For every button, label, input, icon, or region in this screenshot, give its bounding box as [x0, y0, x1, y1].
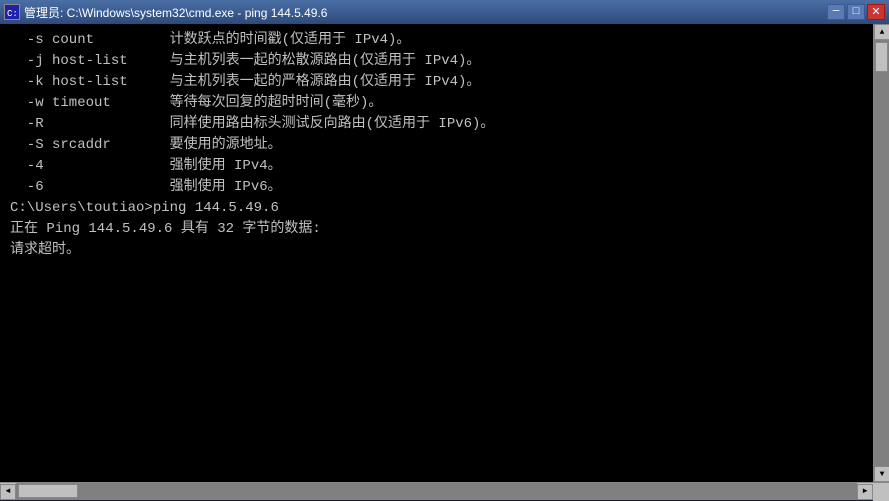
scrollbar-vertical[interactable]: ▲ ▼ — [873, 24, 889, 482]
scroll-left-button[interactable]: ◄ — [0, 484, 16, 500]
scroll-right-button[interactable]: ► — [857, 484, 873, 500]
scrollbar-thumb-horizontal[interactable] — [18, 484, 78, 498]
console-line: -j host-list 与主机列表一起的松散源路由(仅适用于 IPv4)。 — [10, 51, 863, 72]
console-line: -4 强制使用 IPv4。 — [10, 156, 863, 177]
console-area: -s count 计数跃点的时间戳(仅适用于 IPv4)。 -j host-li… — [0, 24, 873, 482]
scrollbar-thumb-vertical[interactable] — [875, 42, 888, 72]
console-line: C:\Users\toutiao>ping 144.5.49.6 — [10, 198, 863, 219]
minimize-button[interactable]: ─ — [827, 4, 845, 20]
console-line: -k host-list 与主机列表一起的严格源路由(仅适用于 IPv4)。 — [10, 72, 863, 93]
console-content: -s count 计数跃点的时间戳(仅适用于 IPv4)。 -j host-li… — [0, 24, 873, 267]
console-line: -R 同样使用路由标头测试反向路由(仅适用于 IPv6)。 — [10, 114, 863, 135]
console-line: -s count 计数跃点的时间戳(仅适用于 IPv4)。 — [10, 30, 863, 51]
titlebar-buttons: ─ □ ✕ — [827, 4, 885, 20]
titlebar: C: 管理员: C:\Windows\system32\cmd.exe - pi… — [0, 0, 889, 24]
console-line: 正在 Ping 144.5.49.6 具有 32 字节的数据: — [10, 219, 863, 240]
scrollbar-track-horizontal[interactable] — [16, 483, 857, 500]
scroll-up-button[interactable]: ▲ — [874, 24, 889, 40]
console-line: -6 强制使用 IPv6。 — [10, 177, 863, 198]
window: C: 管理员: C:\Windows\system32\cmd.exe - pi… — [0, 0, 889, 500]
console-line: -w timeout 等待每次回复的超时时间(毫秒)。 — [10, 93, 863, 114]
scrollbar-corner — [873, 483, 889, 501]
titlebar-left: C: 管理员: C:\Windows\system32\cmd.exe - pi… — [4, 4, 327, 21]
maximize-button[interactable]: □ — [847, 4, 865, 20]
scrollbar-track-vertical[interactable] — [874, 40, 889, 466]
statusbar: ◄ ► — [0, 482, 889, 500]
window-title: 管理员: C:\Windows\system32\cmd.exe - ping … — [24, 4, 327, 21]
svg-text:C:: C: — [7, 9, 18, 19]
cmd-icon: C: — [4, 4, 20, 20]
console-line: -S srcaddr 要使用的源地址。 — [10, 135, 863, 156]
console-line: 请求超时。 — [10, 240, 863, 261]
close-button[interactable]: ✕ — [867, 4, 885, 20]
scroll-down-button[interactable]: ▼ — [874, 466, 889, 482]
